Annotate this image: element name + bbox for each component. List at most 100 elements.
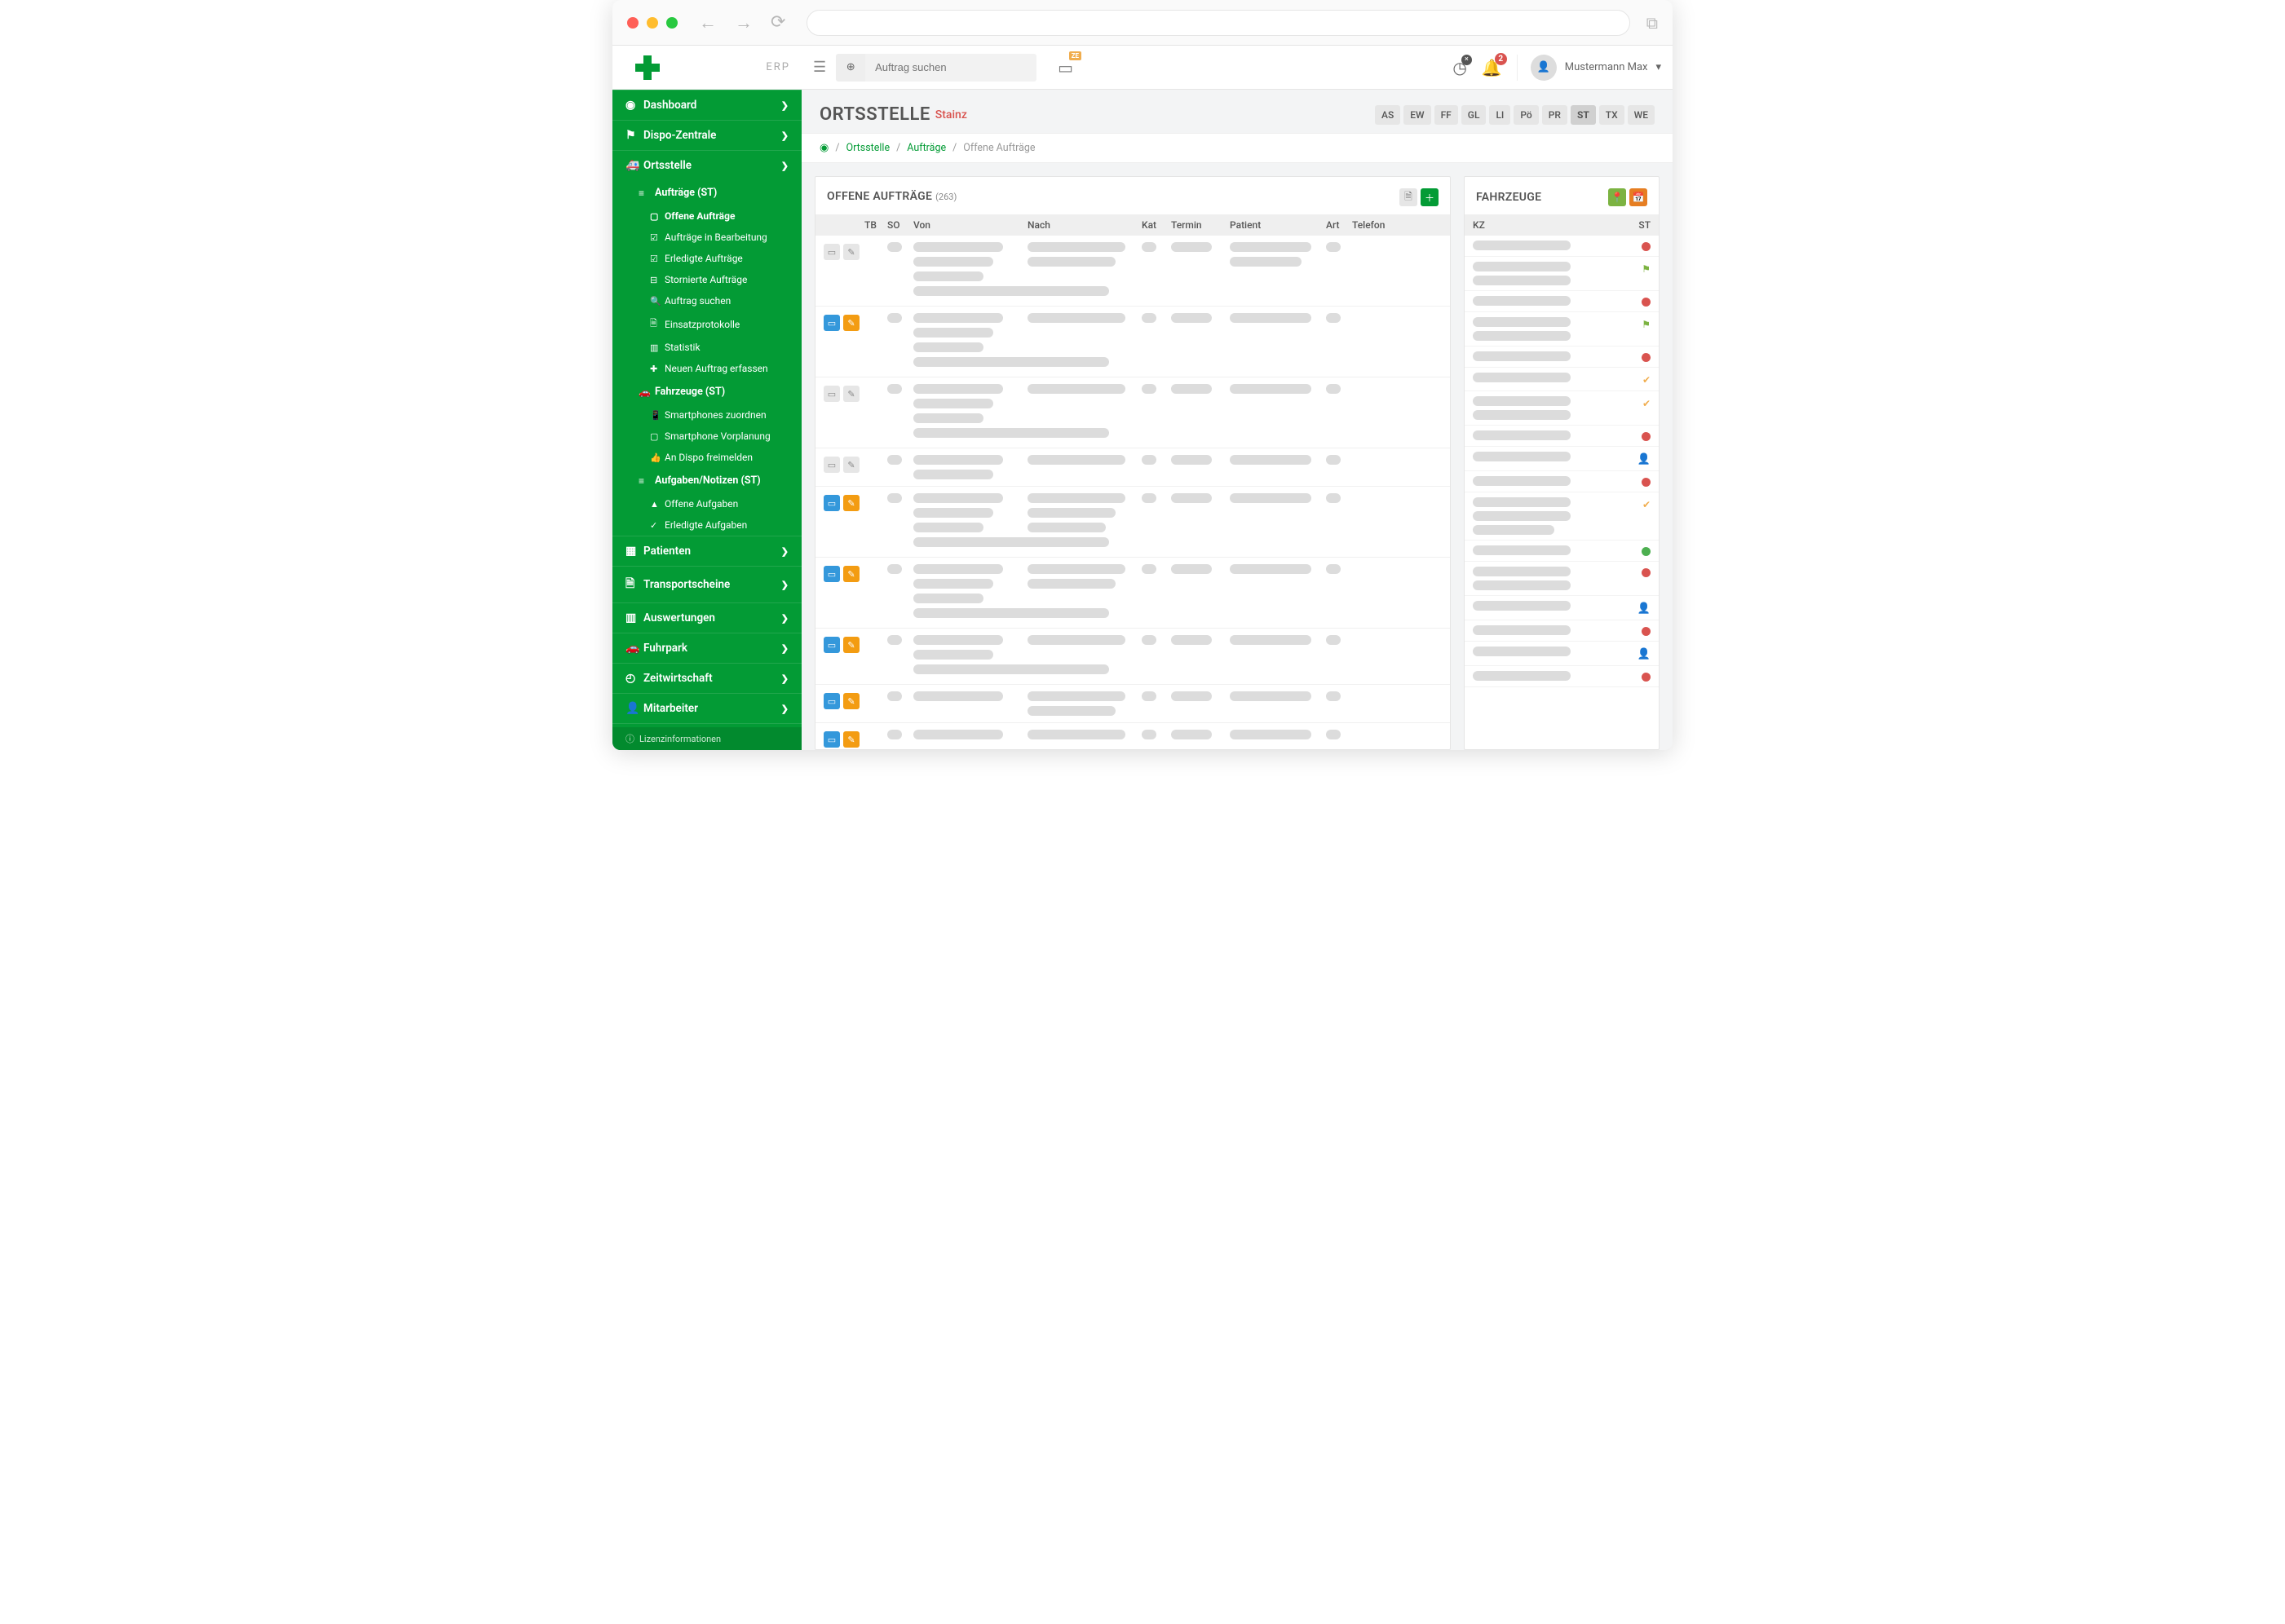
ze-badge-icon[interactable]: ▭ (1058, 58, 1073, 77)
url-bar[interactable] (807, 10, 1629, 36)
vehicle-row[interactable]: ⚑ (1465, 312, 1659, 346)
dashboard-icon[interactable]: ◉ (820, 142, 829, 154)
minimize-window[interactable] (647, 17, 658, 29)
clock-icon[interactable]: ◷× (1452, 58, 1466, 77)
vehicle-row[interactable]: 👤 (1465, 447, 1659, 471)
sidebar-sub-item[interactable]: 📱Smartphones zuordnen (612, 404, 802, 426)
edit-icon[interactable]: ✎ (843, 457, 860, 473)
vehicle-row[interactable] (1465, 346, 1659, 368)
export-icon[interactable]: 🗎 (1399, 188, 1417, 206)
filter-chip-LI[interactable]: LI (1489, 105, 1510, 125)
sidebar-sub-item[interactable]: ✚Neuen Auftrag erfassen (612, 358, 802, 379)
vehicle-row[interactable] (1465, 620, 1659, 642)
edit-icon[interactable]: ✎ (843, 637, 860, 653)
edit-icon[interactable]: ✎ (843, 693, 860, 709)
table-row[interactable]: ▭ ✎ (815, 448, 1450, 487)
table-row[interactable]: ▭ ✎ (815, 236, 1450, 307)
sidebar-item-dashboard[interactable]: ◉Dashboard❯ (612, 90, 802, 120)
vehicle-row[interactable]: ✔ (1465, 492, 1659, 541)
calendar-icon[interactable]: 📅 (1629, 188, 1647, 206)
vehicle-row[interactable] (1465, 471, 1659, 492)
table-row[interactable]: ▭ ✎ (815, 558, 1450, 629)
hamburger-icon[interactable]: ☰ (813, 59, 826, 76)
table-row[interactable]: ▭ ✎ (815, 377, 1450, 448)
vehicle-row[interactable] (1465, 291, 1659, 312)
location-icon[interactable]: 📍 (1608, 188, 1626, 206)
edit-icon[interactable]: ✎ (843, 731, 860, 748)
vehicle-row[interactable] (1465, 236, 1659, 257)
table-row[interactable]: ▭ ✎ (815, 685, 1450, 723)
filter-chip-ST[interactable]: ST (1571, 105, 1596, 125)
sidebar-item-fuhrpark[interactable]: 🚗Fuhrpark❯ (612, 633, 802, 663)
table-row[interactable]: ▭ ✎ (815, 629, 1450, 685)
filter-chip-PR[interactable]: PR (1542, 105, 1567, 125)
filter-chip-AS[interactable]: AS (1375, 105, 1400, 125)
bc-auftraege[interactable]: Aufträge (907, 142, 946, 154)
forward-icon[interactable]: → (730, 12, 758, 33)
bell-icon[interactable]: 🔔2 (1482, 58, 1502, 77)
vehicle-row[interactable]: ⚑ (1465, 257, 1659, 291)
search-input[interactable] (865, 54, 1036, 82)
sidebar-sub-item[interactable]: ▢Offene Aufträge (612, 205, 802, 227)
folder-icon[interactable]: ▭ (824, 244, 840, 260)
edit-icon[interactable]: ✎ (843, 566, 860, 582)
sidebar-sub-item[interactable]: ▥Statistik (612, 337, 802, 358)
license-info[interactable]: ⓘ Lizenzinformationen (612, 727, 802, 750)
vehicle-row[interactable]: ✔ (1465, 368, 1659, 391)
sidebar-sub-item[interactable]: ☑Aufträge in Bearbeitung (612, 227, 802, 248)
vehicle-row[interactable] (1465, 666, 1659, 687)
vehicle-row[interactable]: 👤 (1465, 596, 1659, 620)
table-row[interactable]: ▭ ✎ (815, 307, 1450, 377)
add-button[interactable]: ＋ (1421, 188, 1439, 206)
folder-icon[interactable]: ▭ (824, 693, 840, 709)
reload-icon[interactable]: ⟳ (766, 12, 790, 33)
back-icon[interactable]: ← (694, 12, 722, 33)
sidebar-sub-item[interactable]: ⊟Stornierte Aufträge (612, 269, 802, 290)
filter-chip-EW[interactable]: EW (1403, 105, 1430, 125)
folder-icon[interactable]: ▭ (824, 386, 840, 402)
sidebar-item-patienten[interactable]: ▦Patienten❯ (612, 536, 802, 566)
filter-chip-GL[interactable]: GL (1461, 105, 1487, 125)
tabs-icon[interactable]: ⧉ (1646, 13, 1658, 33)
vehicle-row[interactable]: 👤 (1465, 642, 1659, 666)
user-menu[interactable]: 👤 Mustermann Max ▾ (1517, 55, 1661, 81)
filter-chip-TX[interactable]: TX (1599, 105, 1624, 125)
sidebar-sub-item[interactable]: ▲Offene Aufgaben (612, 493, 802, 514)
sidebar-sub-item[interactable]: ✓Erledigte Aufgaben (612, 514, 802, 536)
filter-chip-WE[interactable]: WE (1628, 105, 1655, 125)
vehicle-row[interactable] (1465, 562, 1659, 596)
sidebar-item-auswertungen[interactable]: ▥Auswertungen❯ (612, 602, 802, 633)
edit-icon[interactable]: ✎ (843, 315, 860, 331)
skeleton-text (1230, 564, 1311, 574)
sidebar-sub-item[interactable]: 🗎Einsatzprotokolle (612, 311, 802, 337)
table-row[interactable]: ▭ ✎ (815, 487, 1450, 558)
sidebar-item-transportscheine[interactable]: 🗎Transportscheine❯ (612, 566, 802, 602)
sidebar-sub-item[interactable]: 👍An Dispo freimelden (612, 447, 802, 468)
folder-icon[interactable]: ▭ (824, 637, 840, 653)
maximize-window[interactable] (666, 17, 678, 29)
sidebar-item-zeitwirtschaft[interactable]: ◴Zeitwirtschaft❯ (612, 663, 802, 693)
folder-icon[interactable]: ▭ (824, 457, 840, 473)
edit-icon[interactable]: ✎ (843, 495, 860, 511)
vehicle-row[interactable] (1465, 541, 1659, 562)
vehicle-row[interactable]: ✔ (1465, 391, 1659, 426)
edit-icon[interactable]: ✎ (843, 244, 860, 260)
vehicle-row[interactable] (1465, 426, 1659, 447)
folder-icon[interactable]: ▭ (824, 315, 840, 331)
filter-chip-FF[interactable]: FF (1434, 105, 1458, 125)
bc-ortsstelle[interactable]: Ortsstelle (846, 142, 891, 154)
table-row[interactable]: ▭ ✎ (815, 723, 1450, 749)
sidebar-item-dispo-zentrale[interactable]: ⚑Dispo-Zentrale❯ (612, 120, 802, 150)
sidebar-item-mitarbeiter[interactable]: 👤Mitarbeiter❯ (612, 693, 802, 723)
folder-icon[interactable]: ▭ (824, 566, 840, 582)
search-icon[interactable]: ⊕ (836, 54, 865, 82)
filter-chip-Pö[interactable]: Pö (1514, 105, 1538, 125)
folder-icon[interactable]: ▭ (824, 495, 840, 511)
sidebar-sub-item[interactable]: 🔍Auftrag suchen (612, 290, 802, 311)
folder-icon[interactable]: ▭ (824, 731, 840, 748)
sidebar-sub-item[interactable]: ☑Erledigte Aufträge (612, 248, 802, 269)
sidebar-item-ortsstelle[interactable]: 🚑Ortsstelle❯ (612, 150, 802, 180)
edit-icon[interactable]: ✎ (843, 386, 860, 402)
close-window[interactable] (627, 17, 639, 29)
sidebar-sub-item[interactable]: ▢Smartphone Vorplanung (612, 426, 802, 447)
